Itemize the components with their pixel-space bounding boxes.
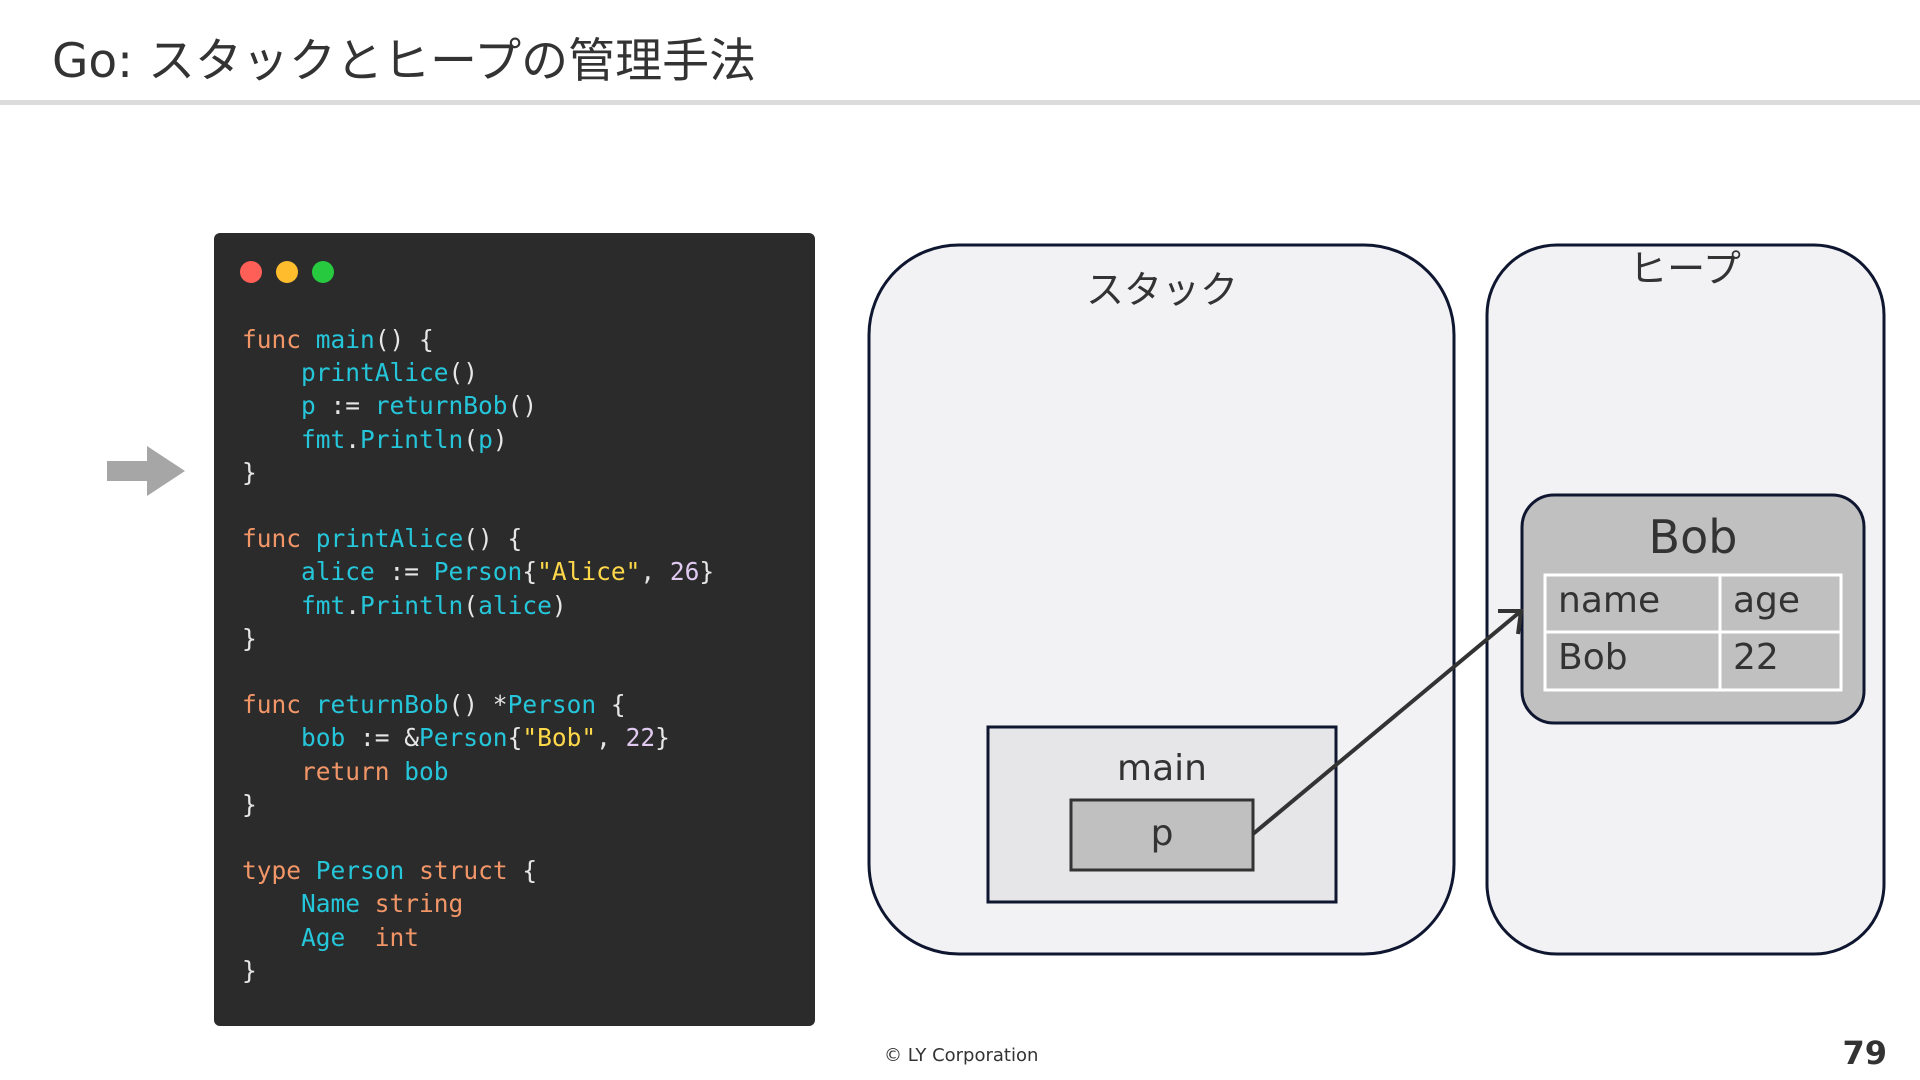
table-cell-age: 22 xyxy=(1733,637,1779,678)
memory-diagram: スタック ヒープ main p Bob name age Bob 22 xyxy=(867,243,1886,956)
variable-p-label: p xyxy=(1151,813,1174,854)
page-number: 79 xyxy=(1842,1034,1887,1072)
stack-label: スタック xyxy=(1086,268,1238,312)
heap-object-title: Bob xyxy=(1649,510,1738,564)
table-header-name: name xyxy=(1558,580,1660,621)
table-header-age: age xyxy=(1733,580,1800,621)
table-cell-name: Bob xyxy=(1558,637,1628,678)
copyright-footer: © LY Corporation xyxy=(884,1045,1039,1066)
object-field-table: name age Bob 22 xyxy=(1543,573,1843,692)
main-frame-label: main xyxy=(1117,748,1207,789)
heap-label: ヒープ xyxy=(1629,247,1741,291)
